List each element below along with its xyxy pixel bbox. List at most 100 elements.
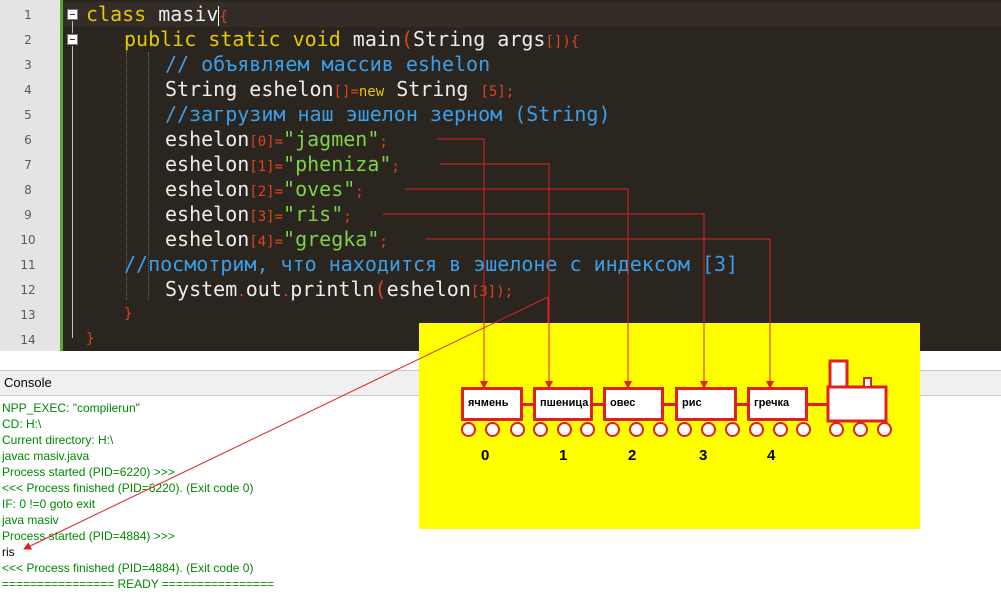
wheel [510,422,525,437]
index-label: 4 [767,447,776,464]
dot: . [237,284,246,300]
coupler [523,403,533,406]
console-line: <<< Process finished (PID=4884). (Exit c… [2,561,254,575]
line-number: 14 [20,333,36,347]
array-size: [5] [480,84,506,100]
wheel [533,422,548,437]
code-line-9[interactable]: eshelon[3]="ris"; [165,202,352,227]
console-line: ================ READY ================ [2,577,275,591]
class-name: masiv [146,2,219,26]
semicolon: ; [343,209,352,225]
array-brackets: [] [545,34,563,50]
type-name: String [165,77,238,101]
wheel [773,422,788,437]
line-number: 11 [20,258,36,272]
variable-name: eshelon [237,77,334,101]
line-number: 1 [24,8,32,22]
fold-toggle-icon[interactable] [67,34,78,45]
locomotive-icon [826,359,888,423]
console-line: CD: H:\ [2,417,42,431]
wheel [853,422,868,437]
modifiers: public static void [124,27,341,51]
operator: = [274,159,284,175]
code-line-3[interactable]: // объявляем массив eshelon [165,52,490,77]
wheel [677,422,692,437]
console-line: Current directory: H:\ [2,433,114,447]
code-line-10[interactable]: eshelon[4]="gregka"; [165,227,388,252]
array-index: [2] [249,184,275,200]
index-label: 2 [628,447,637,464]
code-line-5[interactable]: //загрузим наш эшелон зерном (String) [165,102,611,127]
wagon-4: гречка [747,387,808,421]
string-literal: "pheniza" [283,152,392,176]
field-name: out [245,277,282,301]
keyword: class [86,2,147,26]
variable-name: eshelon [165,227,250,251]
code-line-11[interactable]: //посмотрим, что находится в эшелоне с и… [124,252,738,277]
wheel [749,422,764,437]
code-editor[interactable]: 1 2 3 4 5 6 7 8 9 10 11 12 13 14 class m… [0,0,1001,351]
operator: = [350,84,359,100]
line-number: 4 [24,83,32,97]
string-literal: "jagmen" [283,127,380,151]
wagon-1: пшеница [533,387,593,421]
string-literal: "ris" [283,202,344,226]
line-number: 7 [24,158,32,172]
console-line: <<< Process finished (PID=6220). (Exit c… [2,481,254,495]
semicolon: ; [379,234,388,250]
semicolon: ; [379,134,388,150]
wheel [725,422,740,437]
code-line-1[interactable]: class masiv{ [86,2,228,27]
class-name: System [165,277,238,301]
wheel [461,422,476,437]
array-index: [4] [249,234,275,250]
paren: ( [374,277,387,301]
type-name: String [384,77,481,101]
fold-line [72,46,73,338]
console-line: NPP_EXEC: "compilerun" [2,401,140,415]
code-line-6[interactable]: eshelon[0]="jagmen"; [165,127,388,152]
code-line-4[interactable]: String eshelon[]=new String [5]; [165,77,514,102]
console-title: Console [4,375,52,390]
string-literal: "oves" [283,177,356,201]
type-name: String [413,27,486,51]
semicolon: ; [391,159,400,175]
wagon-label: гречка [754,397,790,409]
wheel [629,422,644,437]
wagon-label: пшеница [540,397,589,409]
code-line-13[interactable]: } [124,302,132,327]
code-line-2[interactable]: public static void main(String args[]){ [124,27,579,52]
string-literal: "gregka" [283,227,380,251]
variable-name: eshelon [165,152,250,176]
wheel [485,422,500,437]
code-line-8[interactable]: eshelon[2]="oves"; [165,177,364,202]
line-number: 12 [20,283,36,297]
semicolon: ; [505,84,515,100]
wheel [701,422,716,437]
array-brackets: [] [333,84,351,100]
console-line: java masiv [2,513,59,527]
method-name: println [290,277,375,301]
line-number-gutter: 1 2 3 4 5 6 7 8 9 10 11 12 13 14 [0,0,60,351]
keyword: new [358,84,385,100]
paren: ( [400,27,414,51]
fold-toggle-icon[interactable] [67,9,78,20]
brace: { [219,9,228,25]
wheel [580,422,595,437]
wagon-label: рис [682,397,702,409]
code-line-14[interactable]: } [86,327,94,352]
code-line-12[interactable]: System.out.println(eshelon[3]); [165,277,513,302]
line-number: 8 [24,183,32,197]
wagon-2: овес [603,387,664,421]
dot: . [281,284,291,300]
line-number: 13 [20,308,36,322]
wagon-label: овес [610,397,636,409]
variable-name: eshelon [165,127,250,151]
console-line: IF: 0 !=0 goto exit [2,497,96,511]
wheel [605,422,620,437]
operator: = [274,234,284,250]
array-index: [0] [249,134,275,150]
wagon-0: ячмень [461,387,523,421]
variable-name: eshelon [165,177,250,201]
code-line-7[interactable]: eshelon[1]="pheniza"; [165,152,400,177]
